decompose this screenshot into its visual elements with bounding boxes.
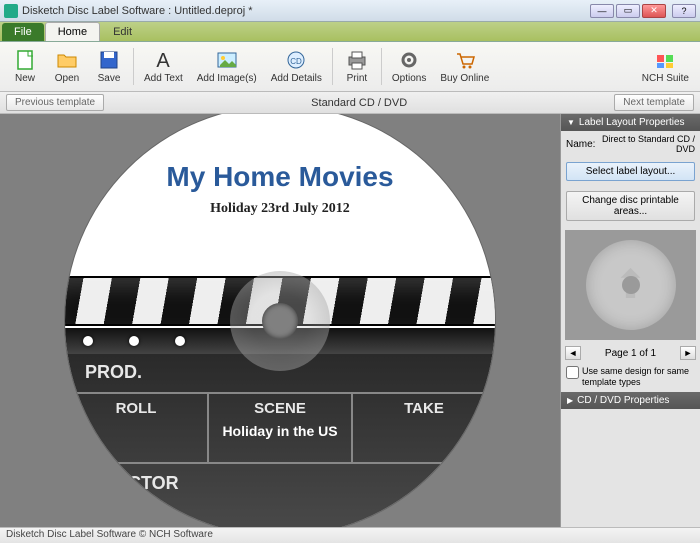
clap-scene-cell: SCENE Holiday in the US: [209, 394, 353, 462]
preview-disc-icon: ⬆: [586, 240, 676, 330]
clap-director-label: DIRECTOR: [65, 464, 495, 504]
disc-subtitle-text[interactable]: Holiday 23rd July 2012: [65, 201, 495, 217]
open-icon: [56, 49, 78, 71]
disc-title-text[interactable]: My Home Movies: [65, 161, 495, 193]
previous-template-button[interactable]: Previous template: [6, 94, 104, 111]
buy-online-button[interactable]: Buy Online: [434, 44, 495, 89]
chevron-right-icon: ▶: [567, 396, 573, 405]
nch-suite-label: NCH Suite: [642, 73, 689, 84]
cd-dvd-properties-title: CD / DVD Properties: [577, 395, 669, 406]
scene-value[interactable]: Holiday in the US: [209, 423, 351, 440]
cart-icon: [454, 49, 476, 71]
add-images-button[interactable]: Add Image(s): [191, 44, 263, 89]
gear-icon: [398, 49, 420, 71]
clap-roll-cell: ROLL: [65, 394, 209, 462]
layout-preview: ⬆: [565, 230, 696, 340]
open-button[interactable]: Open: [47, 44, 87, 89]
options-button[interactable]: Options: [386, 44, 432, 89]
add-text-label: Add Text: [144, 73, 183, 84]
chevron-down-icon: ▼: [567, 118, 575, 127]
same-design-checkbox[interactable]: [566, 366, 579, 379]
save-button[interactable]: Save: [89, 44, 129, 89]
toolbar-spacer: [497, 44, 633, 89]
suite-icon: [654, 49, 676, 71]
clapboard-body: PROD. ROLL SCENE Holiday in the US TAKE: [65, 354, 495, 528]
design-canvas[interactable]: My Home Movies Holiday 23rd July 2012 PR…: [0, 114, 560, 527]
menu-edit[interactable]: Edit: [101, 23, 144, 41]
name-value: Direct to Standard CD / DVD: [599, 134, 695, 154]
print-icon: [346, 49, 368, 71]
save-label: Save: [98, 73, 121, 84]
hinge-dot-icon: [175, 336, 185, 346]
name-label: Name:: [566, 139, 595, 150]
disc-center-hole: [262, 303, 298, 339]
label-layout-header[interactable]: ▼ Label Layout Properties: [561, 114, 700, 131]
template-name: Standard CD / DVD: [104, 97, 614, 109]
new-icon: [14, 49, 36, 71]
label-layout-title: Label Layout Properties: [579, 117, 685, 128]
nch-suite-button[interactable]: NCH Suite: [636, 44, 695, 89]
properties-panel: ▼ Label Layout Properties Name: Direct t…: [560, 114, 700, 527]
buy-online-label: Buy Online: [440, 73, 489, 84]
cd-dvd-properties-header[interactable]: ▶ CD / DVD Properties: [561, 392, 700, 409]
close-button[interactable]: ✕: [642, 4, 666, 18]
page-navigator: ◄ Page 1 of 1 ►: [561, 344, 700, 362]
main-area: My Home Movies Holiday 23rd July 2012 PR…: [0, 114, 700, 527]
status-bar: Disketch Disc Label Software © NCH Softw…: [0, 527, 700, 543]
menu-file[interactable]: File: [2, 23, 44, 41]
svg-text:CD: CD: [291, 57, 303, 66]
next-template-button[interactable]: Next template: [614, 94, 694, 111]
add-details-button[interactable]: CD Add Details: [265, 44, 328, 89]
next-page-button[interactable]: ►: [680, 346, 696, 360]
app-icon: [4, 4, 18, 18]
select-label-layout-button[interactable]: Select label layout...: [566, 162, 695, 181]
add-text-button[interactable]: A Add Text: [138, 44, 189, 89]
name-row: Name: Direct to Standard CD / DVD: [561, 131, 700, 157]
new-button[interactable]: New: [5, 44, 45, 89]
same-design-label: Use same design for same template types: [582, 366, 695, 388]
same-design-row[interactable]: Use same design for same template types: [561, 362, 700, 392]
clap-take-cell: TAKE: [353, 394, 495, 462]
details-icon: CD: [285, 49, 307, 71]
minimize-button[interactable]: —: [590, 4, 614, 18]
image-icon: [216, 49, 238, 71]
hinge-dot-icon: [129, 336, 139, 346]
toolbar: New Open Save A Add Text Add Image(s) CD…: [0, 42, 700, 92]
window-titlebar: Disketch Disc Label Software : Untitled.…: [0, 0, 700, 22]
clap-columns: ROLL SCENE Holiday in the US TAKE: [65, 394, 495, 464]
page-indicator: Page 1 of 1: [605, 348, 656, 359]
preview-hole-icon: [622, 276, 640, 294]
svg-text:A: A: [157, 50, 171, 71]
hinge-dot-icon: [83, 336, 93, 346]
take-header: TAKE: [353, 400, 495, 417]
add-details-label: Add Details: [271, 73, 322, 84]
text-icon: A: [152, 49, 174, 71]
status-text: Disketch Disc Label Software © NCH Softw…: [6, 529, 213, 540]
menu-home[interactable]: Home: [45, 22, 100, 41]
menu-row: File Home Edit: [0, 22, 700, 42]
prev-page-button[interactable]: ◄: [565, 346, 581, 360]
options-label: Options: [392, 73, 426, 84]
template-bar: Previous template Standard CD / DVD Next…: [0, 92, 700, 114]
roll-header: ROLL: [65, 400, 207, 417]
help-button[interactable]: ?: [672, 4, 696, 18]
print-label: Print: [347, 73, 368, 84]
add-images-label: Add Image(s): [197, 73, 257, 84]
new-label: New: [15, 73, 35, 84]
maximize-button[interactable]: ▭: [616, 4, 640, 18]
scene-header: SCENE: [209, 400, 351, 417]
save-icon: [98, 49, 120, 71]
window-title: Disketch Disc Label Software : Untitled.…: [22, 5, 588, 17]
print-button[interactable]: Print: [337, 44, 377, 89]
disc-label[interactable]: My Home Movies Holiday 23rd July 2012 PR…: [65, 114, 495, 527]
open-label: Open: [55, 73, 79, 84]
change-printable-areas-button[interactable]: Change disc printable areas...: [566, 191, 695, 221]
